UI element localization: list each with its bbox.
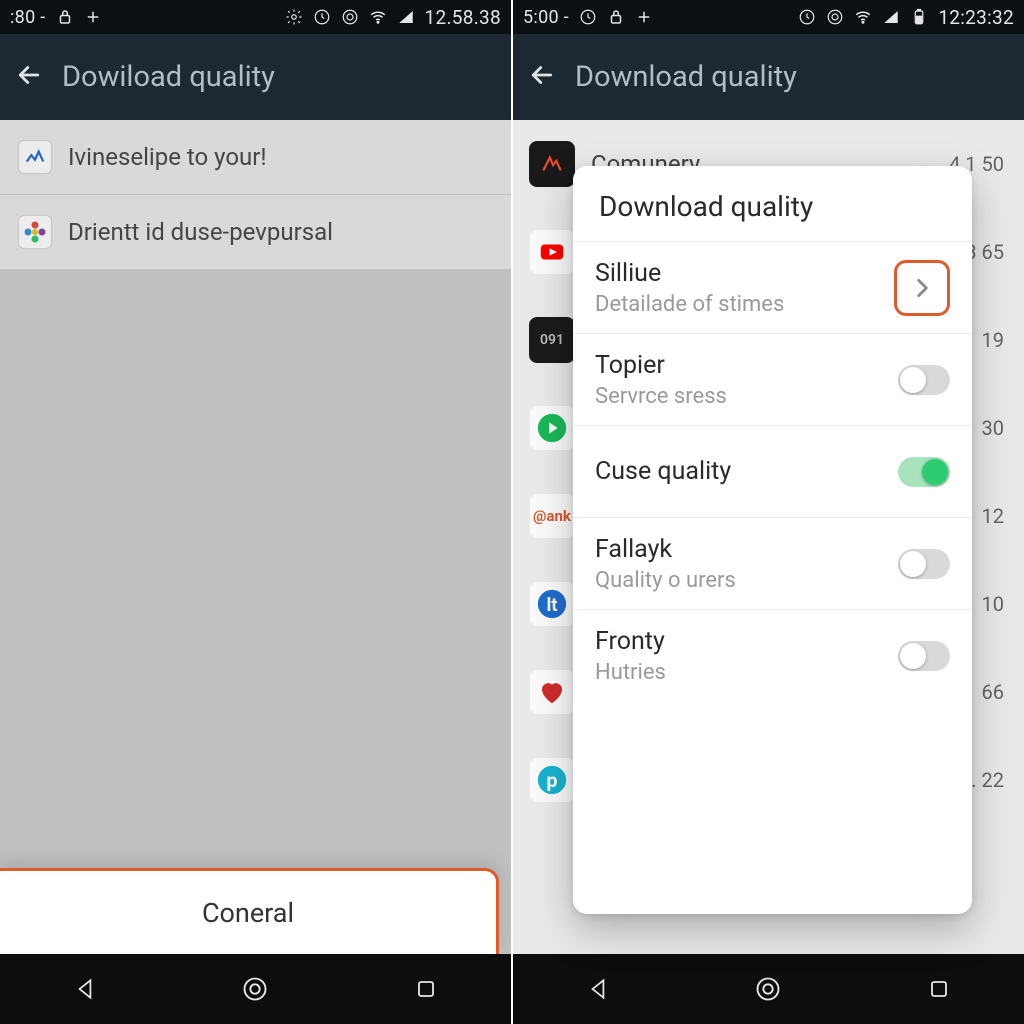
clock-icon [313,8,331,26]
toggle[interactable] [898,365,950,395]
coneral-button-label: Coneral [202,897,294,929]
nav-recent-icon[interactable] [411,974,441,1004]
download-quality-dialog: Download quality Silliue Detailade of st… [573,166,972,914]
back-button[interactable] [527,60,557,94]
signal-icon [397,8,415,26]
chevron-right-icon[interactable] [894,260,950,316]
toggle[interactable] [898,457,950,487]
status-bar: :80 - 12.58.38 [0,0,511,34]
clock-icon [798,8,816,26]
toggle[interactable] [898,641,950,671]
lock-icon [607,8,625,26]
page-title: Dowiload quality [62,60,275,94]
app-bar: Download quality [513,34,1024,120]
android-nav-bar [0,954,511,1024]
android-nav-bar [513,954,1024,1024]
status-clock: 12.58.38 [425,6,502,29]
nav-back-icon[interactable] [70,974,100,1004]
phone-right: 5:00 - 12:23:32 Download quality Comuner… [511,0,1024,1024]
dialog-title: Download quality [573,166,972,242]
phone-left: :80 - 12.58.38 Dowiload quality Ivinesel… [0,0,511,1024]
gear-icon [285,8,303,26]
nav-home-icon[interactable] [240,974,270,1004]
page-title: Download quality [575,60,797,94]
screen-body-left: Ivineselipe to your! Drientt id duse-pev… [0,120,511,954]
status-clock: 12:23:32 [938,6,1014,29]
option-title: Cuse quality [595,457,872,486]
lock-icon [56,8,74,26]
option-title: Fallayk [595,535,872,564]
option-fronty[interactable]: Fronty Hutries [573,610,972,702]
toggle[interactable] [898,549,950,579]
nav-recent-icon[interactable] [924,974,954,1004]
plus-icon [635,8,653,26]
plus-icon [84,8,102,26]
option-subtitle: Servrce sress [595,384,872,409]
target-icon [826,8,844,26]
nav-home-icon[interactable] [753,974,783,1004]
clock-small-icon [579,8,597,26]
dim-overlay [0,120,511,954]
battery-icon [910,8,928,26]
coneral-button[interactable]: Coneral [0,868,499,954]
option-topier[interactable]: Topier Servrce sress [573,334,972,426]
status-time-left: :80 - [10,7,46,28]
target-icon [341,8,359,26]
option-cuse-quality[interactable]: Cuse quality [573,426,972,518]
nav-back-icon[interactable] [583,974,613,1004]
wifi-icon [369,8,387,26]
option-fallayk[interactable]: Fallayk Quality o urers [573,518,972,610]
app-list: Comunery 4 1 50 3 65 091 19 30 @ank 12 l… [513,120,1024,954]
status-time-left: 5:00 - [523,7,569,28]
option-subtitle: Quality o urers [595,568,872,593]
wifi-icon [854,8,872,26]
option-subtitle: Hutries [595,660,872,685]
back-button[interactable] [14,60,44,94]
app-bar: Dowiload quality [0,34,511,120]
option-title: Silliue [595,259,872,288]
option-silliue[interactable]: Silliue Detailade of stimes [573,242,972,334]
signal-icon [882,8,900,26]
option-title: Topier [595,351,872,380]
option-subtitle: Detailade of stimes [595,292,872,317]
status-bar: 5:00 - 12:23:32 [513,0,1024,34]
option-title: Fronty [595,627,872,656]
